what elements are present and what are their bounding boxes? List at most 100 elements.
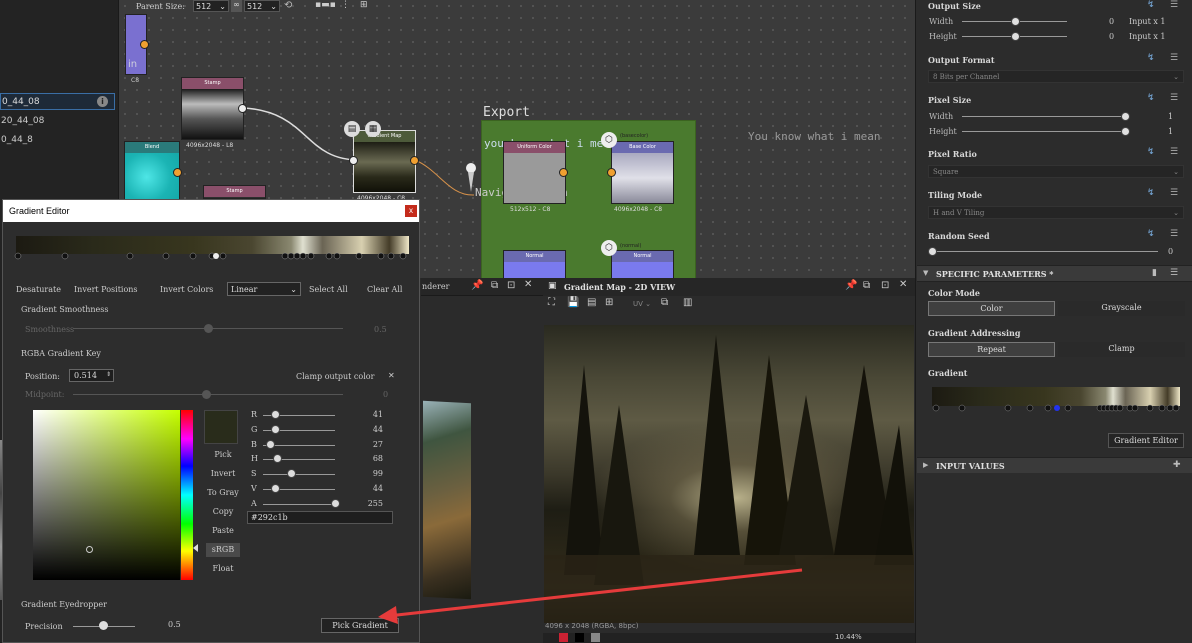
specific-parameters-header[interactable]: ▼ SPECIFIC PARAMETERS * ▮ ☰: [917, 265, 1192, 282]
channel-slider-knob[interactable]: [271, 424, 281, 434]
channel-value[interactable]: 41: [361, 410, 383, 419]
info-icon[interactable]: i: [97, 96, 108, 107]
color-picker-square[interactable]: [33, 410, 180, 580]
paste-button[interactable]: Paste: [206, 524, 240, 538]
input-values-header[interactable]: ▶ INPUT VALUES ✚: [917, 457, 1192, 473]
inheritance-icon[interactable]: ↯: [1147, 0, 1155, 10]
inheritance-icon[interactable]: ↯: [1147, 229, 1155, 239]
node-uniform-color[interactable]: Uniform Color: [503, 141, 566, 204]
output-port[interactable]: [173, 168, 182, 177]
clear-all-button[interactable]: Clear All: [367, 285, 402, 294]
close-button[interactable]: x: [405, 205, 417, 217]
color-mode-grayscale-button[interactable]: Grayscale: [1058, 301, 1185, 316]
height-slider-knob[interactable]: [1011, 32, 1020, 41]
tiling-icon[interactable]: ⧉: [661, 297, 668, 308]
output-node-icon[interactable]: ⬡: [601, 132, 617, 148]
channel-value[interactable]: 68: [361, 454, 383, 463]
select-all-button[interactable]: Select All: [309, 285, 348, 294]
menu-icon[interactable]: ☰: [1170, 229, 1178, 239]
channel-value[interactable]: 255: [361, 499, 383, 508]
channel-icon[interactable]: [559, 633, 568, 642]
gradient-editor-titlebar[interactable]: Gradient Editor x: [3, 200, 419, 222]
close-icon[interactable]: ✕: [899, 279, 907, 290]
uv-dropdown[interactable]: UV ⌄: [633, 300, 651, 308]
explorer-item-selected[interactable]: 0_44_08 i: [0, 93, 115, 110]
explorer-item[interactable]: 20_44_08: [1, 116, 44, 126]
input-port[interactable]: [607, 168, 616, 177]
output-port[interactable]: [238, 104, 247, 113]
channel-slider-knob[interactable]: [270, 410, 280, 419]
maximize-icon[interactable]: ⊡: [507, 280, 515, 291]
node-stamp[interactable]: Stamp: [181, 77, 244, 140]
channel-slider-knob[interactable]: [331, 498, 340, 508]
float-toggle[interactable]: Float: [206, 562, 240, 576]
copy-button[interactable]: Copy: [206, 505, 240, 519]
node-blend[interactable]: Blend: [124, 141, 180, 201]
inheritance-icon[interactable]: ↯: [1147, 147, 1155, 157]
float-icon[interactable]: ⧉: [863, 280, 870, 291]
position-input[interactable]: 0.514 ⇕: [69, 369, 114, 382]
save-icon[interactable]: 💾: [567, 297, 579, 308]
hue-slider-marker[interactable]: [193, 544, 198, 552]
channel-slider-track[interactable]: [263, 503, 335, 505]
pixel-width-slider-track[interactable]: [962, 116, 1129, 117]
output-node-icon[interactable]: ⬡: [601, 240, 617, 256]
invert-positions-button[interactable]: Invert Positions: [74, 285, 138, 294]
float-icon[interactable]: ⧉: [491, 280, 498, 291]
close-icon[interactable]: ✕: [524, 279, 532, 290]
gradient-key-markers[interactable]: [11, 248, 415, 260]
clamp-output-checkbox[interactable]: ✕: [388, 371, 395, 380]
tiling-mode-dropdown[interactable]: H and V Tiling ⌄: [928, 206, 1184, 219]
node-icon[interactable]: ▤: [344, 121, 360, 137]
input-port[interactable]: [349, 156, 358, 165]
random-seed-slider-knob[interactable]: [928, 247, 937, 256]
output-port[interactable]: [410, 156, 419, 165]
pixel-height-slider-knob[interactable]: [1121, 127, 1130, 136]
pick-button[interactable]: Pick: [206, 448, 240, 462]
channel-slider-knob[interactable]: [272, 454, 282, 464]
hue-slider[interactable]: [181, 410, 193, 580]
invert-colors-button[interactable]: Invert Colors: [160, 285, 213, 294]
menu-icon[interactable]: ☰: [1170, 147, 1178, 157]
pixel-width-slider-knob[interactable]: [1121, 112, 1130, 121]
file-icon[interactable]: ▮: [1152, 268, 1157, 278]
camera-icon[interactable]: ⛶: [548, 297, 555, 308]
channel-value[interactable]: 44: [361, 484, 383, 493]
node-icon[interactable]: ▦: [365, 121, 381, 137]
interpolation-dropdown[interactable]: Linear ⌄: [227, 282, 301, 296]
channel-slider-track[interactable]: [263, 474, 335, 476]
pin-icon[interactable]: 📌: [845, 280, 857, 291]
menu-icon[interactable]: ☰: [1170, 53, 1178, 63]
output-format-dropdown[interactable]: 8 Bits per Channel ⌄: [928, 70, 1184, 83]
hex-input[interactable]: #292c1b: [247, 511, 393, 524]
channel-slider-knob[interactable]: [287, 469, 297, 479]
menu-icon[interactable]: ☰: [1170, 0, 1178, 10]
zoom-value[interactable]: 10.44%: [835, 633, 862, 641]
clamp-button[interactable]: Clamp: [1058, 342, 1185, 357]
channel-slider-knob[interactable]: [266, 439, 276, 449]
node-normal-output[interactable]: Normal: [611, 250, 674, 278]
inheritance-icon[interactable]: ↯: [1147, 188, 1155, 198]
menu-icon[interactable]: ☰: [1170, 188, 1178, 198]
pixel-ratio-dropdown[interactable]: Square ⌄: [928, 165, 1184, 178]
width-slider-knob[interactable]: [1011, 17, 1020, 26]
channel-value[interactable]: 44: [361, 425, 383, 434]
gradient-keys[interactable]: [930, 404, 1182, 414]
channel-value[interactable]: 99: [361, 469, 383, 478]
inheritance-icon[interactable]: ↯: [1147, 53, 1155, 63]
inheritance-icon[interactable]: ↯: [1147, 93, 1155, 103]
grid-icon[interactable]: ⊞: [605, 297, 613, 308]
desaturate-button[interactable]: Desaturate: [16, 285, 61, 294]
color-icon[interactable]: [575, 633, 584, 642]
menu-icon[interactable]: ☰: [1170, 268, 1178, 278]
explorer-item[interactable]: 0_44_8: [1, 135, 33, 145]
midpoint-slider-knob[interactable]: [202, 390, 211, 399]
channel-slider-knob[interactable]: [271, 484, 281, 493]
color-mode-color-button[interactable]: Color: [928, 301, 1055, 316]
gradient-editor-button[interactable]: Gradient Editor: [1108, 433, 1184, 448]
spinner-icon[interactable]: ⇕: [106, 369, 111, 381]
channel-value[interactable]: 27: [361, 440, 383, 449]
srgb-toggle[interactable]: sRGB: [206, 543, 240, 557]
pin-icon[interactable]: 📌: [471, 280, 483, 291]
menu-icon[interactable]: ☰: [1170, 93, 1178, 103]
